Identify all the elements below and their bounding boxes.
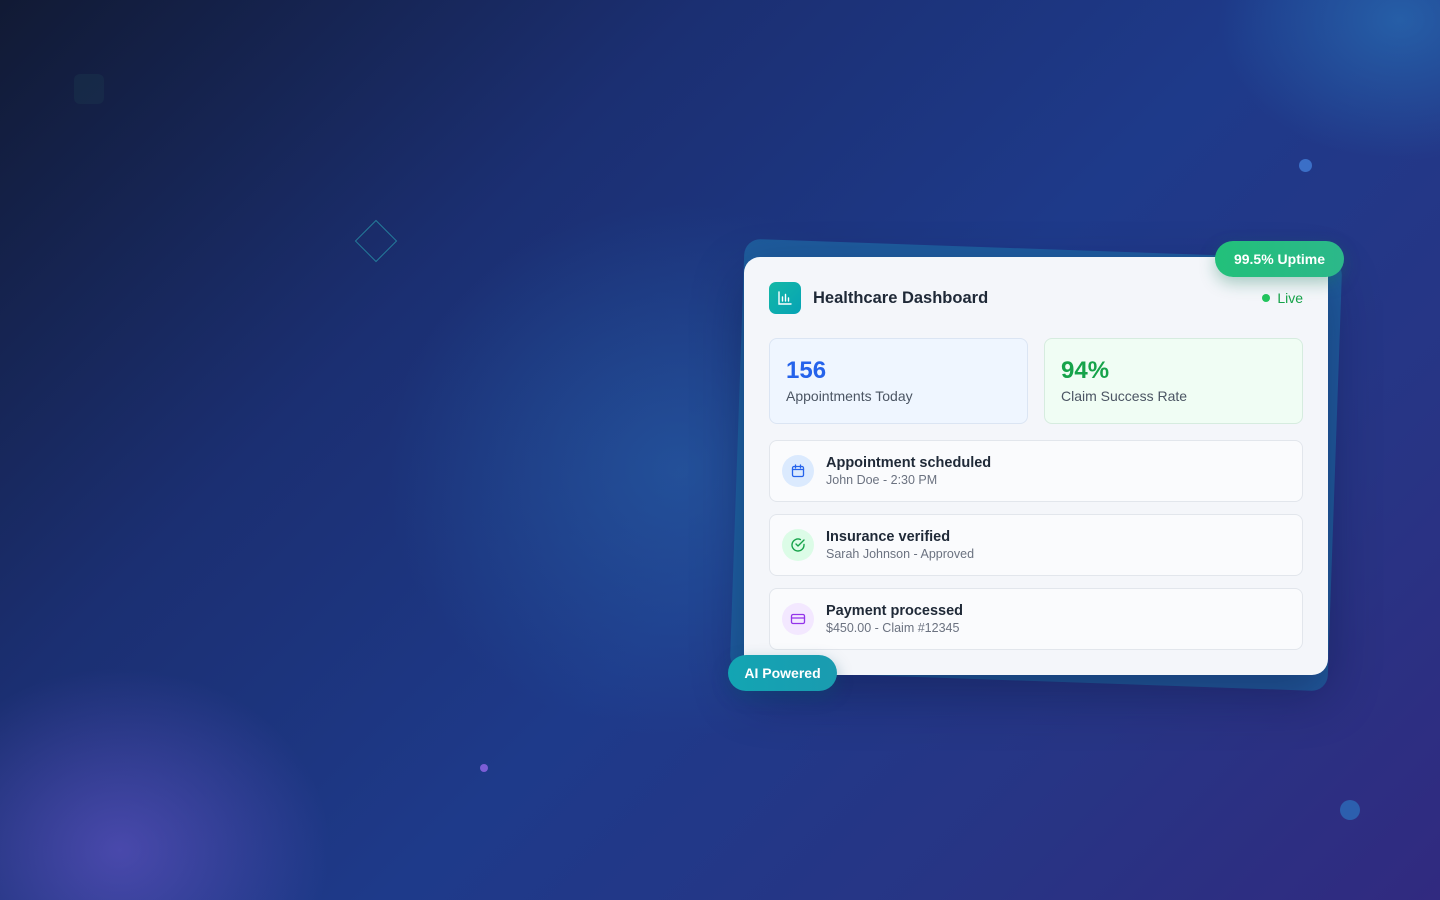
live-dot-icon	[1262, 294, 1271, 302]
stat-label: Appointments Today	[786, 388, 913, 404]
activity-subtitle: John Doe - 2:30 PM	[826, 472, 938, 487]
stat-claim-success: 94% Claim Success Rate	[1044, 338, 1303, 424]
stat-label: Claim Success Rate	[1061, 388, 1188, 404]
activity-subtitle: $450.00 - Claim #12345	[826, 620, 960, 635]
activity-title: Insurance verified	[826, 528, 951, 545]
activity-title: Payment processed	[826, 602, 964, 619]
ai-powered-badge: AI Powered	[728, 655, 837, 691]
stat-value: 156	[786, 357, 827, 384]
live-status-label: Live	[1277, 290, 1303, 306]
decorative-dot	[1299, 159, 1312, 172]
decorative-dot	[1340, 800, 1360, 820]
activity-title: Appointment scheduled	[826, 454, 992, 471]
activity-item-appointment[interactable]: Appointment scheduled John Doe - 2:30 PM	[769, 440, 1303, 502]
activity-item-insurance[interactable]: Insurance verified Sarah Johnson - Appro…	[769, 514, 1303, 576]
stats-row: 156 Appointments Today 94% Claim Success…	[769, 338, 1303, 424]
dashboard-card: Healthcare Dashboard Live 156 Appointmen…	[744, 257, 1328, 675]
check-circle-icon	[782, 529, 814, 561]
stat-appointments: 156 Appointments Today	[769, 338, 1028, 424]
activity-subtitle: Sarah Johnson - Approved	[826, 546, 975, 561]
stat-value: 94%	[1061, 357, 1110, 384]
bar-chart-icon	[769, 282, 801, 314]
live-status: Live	[1262, 290, 1303, 306]
activity-item-payment[interactable]: Payment processed $450.00 - Claim #12345	[769, 588, 1303, 650]
card-header: Healthcare Dashboard Live	[769, 282, 1303, 314]
decorative-diamond	[354, 219, 398, 263]
uptime-badge: 99.5% Uptime	[1215, 241, 1344, 277]
card-title: Healthcare Dashboard	[813, 288, 989, 307]
calendar-icon	[782, 455, 814, 487]
activity-list: Appointment scheduled John Doe - 2:30 PM…	[769, 440, 1303, 650]
decorative-dot	[480, 764, 488, 772]
decorative-square	[74, 74, 104, 104]
credit-card-icon	[782, 603, 814, 635]
